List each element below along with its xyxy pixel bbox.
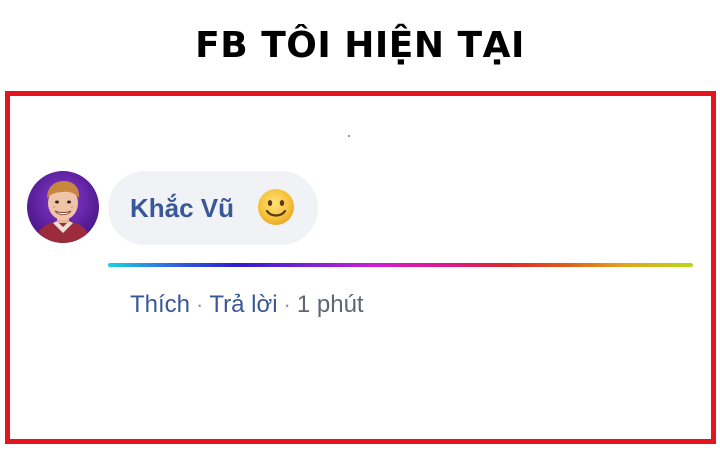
rainbow-underline bbox=[108, 263, 693, 267]
timestamp[interactable]: 1 phút bbox=[297, 291, 364, 318]
separator-dot: · bbox=[283, 292, 291, 317]
reply-link[interactable]: Trả lời bbox=[209, 291, 277, 318]
like-link[interactable]: Thích bbox=[130, 291, 190, 318]
separator-dot: · bbox=[196, 292, 204, 317]
comment-actions: Thích · Trả lời · 1 phút bbox=[130, 290, 364, 320]
avatar[interactable] bbox=[27, 171, 99, 243]
slightly-smiling-face-icon bbox=[256, 187, 296, 227]
comment-frame: Khắc Vũ Thích · Trả lời · 1 phút bbox=[5, 91, 716, 444]
divider-dot bbox=[348, 135, 350, 137]
avatar-portrait-icon bbox=[35, 181, 91, 243]
comment-author-link[interactable]: Khắc Vũ bbox=[130, 192, 234, 224]
comment-bubble: Khắc Vũ bbox=[108, 171, 318, 245]
headline: FB TÔI HIỆN TẠI bbox=[195, 25, 525, 66]
